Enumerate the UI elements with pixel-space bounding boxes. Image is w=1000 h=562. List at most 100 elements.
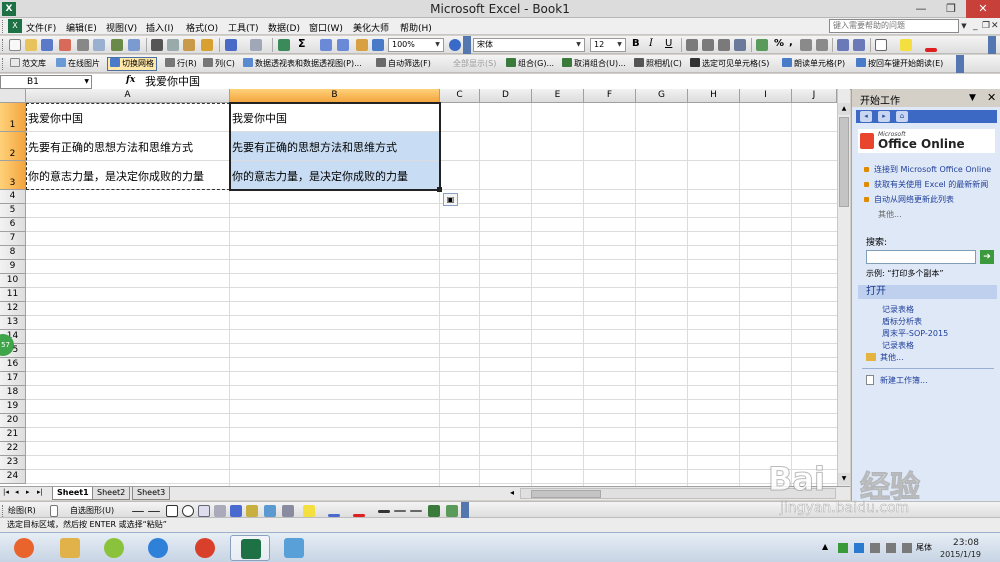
back-icon[interactable]: ◂ xyxy=(860,111,872,122)
align-center-icon[interactable] xyxy=(702,39,714,51)
camera-button[interactable]: 照相机(C) xyxy=(634,57,682,71)
taskbar-app[interactable] xyxy=(274,535,314,561)
dash-style-icon[interactable] xyxy=(394,510,406,512)
toolbar-grip[interactable] xyxy=(2,505,5,517)
clipart-icon[interactable] xyxy=(264,505,276,517)
column-header-h[interactable]: H xyxy=(688,89,740,103)
hyperlink-icon[interactable] xyxy=(278,39,290,51)
sort-descending-icon[interactable] xyxy=(337,39,349,51)
menu-tools[interactable]: 工具(T) xyxy=(228,21,259,34)
task-pane-dropdown-icon[interactable]: ▼ xyxy=(969,93,976,103)
menu-window[interactable]: 窗口(W) xyxy=(309,21,343,34)
line-style-icon[interactable] xyxy=(378,510,390,513)
workbook-close-button[interactable]: ✕ xyxy=(991,21,999,31)
workbook-restore-button[interactable]: ❐ xyxy=(982,21,990,31)
menu-edit[interactable]: 编辑(E) xyxy=(66,21,97,34)
font-name-select[interactable]: 宋体 ▼ xyxy=(473,38,585,52)
fill-handle[interactable] xyxy=(437,187,442,192)
link-auto-update[interactable]: 自动从网络更新此列表 xyxy=(864,195,996,205)
font-color-icon[interactable] xyxy=(353,514,365,517)
3d-icon[interactable] xyxy=(446,505,458,517)
link-excel-news[interactable]: 获取有关使用 Excel 的最新新闻 xyxy=(864,180,996,190)
menu-view[interactable]: 视图(V) xyxy=(106,21,137,34)
last-sheet-icon[interactable]: ▸| xyxy=(37,488,43,496)
tray-battery-icon[interactable] xyxy=(870,543,880,553)
row-header-19[interactable]: 19 xyxy=(0,400,26,414)
taskbar-excel[interactable] xyxy=(230,535,270,561)
scroll-up-icon[interactable]: ▲ xyxy=(838,103,850,115)
name-box[interactable]: B1 ▼ xyxy=(0,75,92,89)
drawing-icon[interactable] xyxy=(372,39,384,51)
increase-indent-icon[interactable] xyxy=(853,39,865,51)
first-sheet-icon[interactable]: |◂ xyxy=(3,488,9,496)
scroll-down-icon[interactable]: ▼ xyxy=(838,473,850,485)
menu-format[interactable]: 格式(O) xyxy=(186,21,218,34)
oval-icon[interactable] xyxy=(182,505,194,517)
currency-icon[interactable] xyxy=(756,39,768,51)
autofilter-button[interactable]: 自动筛选(F) xyxy=(376,57,431,71)
horizontal-scrollbar[interactable] xyxy=(520,488,836,499)
align-left-icon[interactable] xyxy=(686,39,698,51)
search-input[interactable] xyxy=(866,250,976,264)
show-all-button[interactable]: 全部显示(S) xyxy=(453,57,496,71)
link-more[interactable]: 其他... xyxy=(864,209,996,220)
row-header-8[interactable]: 8 xyxy=(0,246,26,260)
chart-wizard-icon[interactable] xyxy=(356,39,368,51)
template-library-button[interactable]: 范文库 xyxy=(10,57,46,71)
toolbar-options-icon[interactable] xyxy=(461,502,469,518)
task-pane-close-button[interactable]: ✕ xyxy=(987,91,996,104)
copy-icon[interactable] xyxy=(167,39,179,51)
cut-icon[interactable] xyxy=(151,39,163,51)
new-icon[interactable] xyxy=(9,39,21,51)
decrease-indent-icon[interactable] xyxy=(837,39,849,51)
row-header-9[interactable]: 9 xyxy=(0,260,26,274)
row-header-7[interactable]: 7 xyxy=(0,232,26,246)
toggle-gridlines-button[interactable]: 切换网格 xyxy=(107,57,157,71)
tray-app-icon[interactable] xyxy=(838,543,848,553)
row-header-16[interactable]: 16 xyxy=(0,358,26,372)
restore-button[interactable]: ❐ xyxy=(936,0,966,18)
row-header-10[interactable]: 10 xyxy=(0,274,26,288)
menu-data[interactable]: 数据(D) xyxy=(268,21,300,34)
workbook-icon[interactable]: X xyxy=(8,19,22,33)
row-header-18[interactable]: 18 xyxy=(0,386,26,400)
toolbar-grip[interactable] xyxy=(2,39,5,51)
line-icon[interactable] xyxy=(132,511,144,512)
paste-options-button[interactable]: ▣ xyxy=(443,193,458,206)
research-icon[interactable] xyxy=(128,39,140,51)
help-dropdown-icon[interactable]: ▼ xyxy=(959,19,969,33)
bold-button[interactable]: B xyxy=(632,38,640,49)
row-header-23[interactable]: 23 xyxy=(0,456,26,470)
close-button[interactable]: ✕ xyxy=(966,0,1000,18)
decrease-decimal-icon[interactable] xyxy=(816,39,828,51)
row-header-13[interactable]: 13 xyxy=(0,316,26,330)
autoshapes-menu-button[interactable]: 自选图形(U) xyxy=(70,505,114,516)
open-other-link[interactable]: 其他... xyxy=(866,352,904,363)
help-icon[interactable] xyxy=(449,39,461,51)
next-sheet-icon[interactable]: ▸ xyxy=(26,488,30,496)
select-all-button[interactable] xyxy=(0,89,26,103)
row-header-2[interactable]: 2 xyxy=(0,132,26,161)
pivot-table-button[interactable]: 数据透视表和数据透视图(P)... xyxy=(243,57,362,71)
toolbar-options-icon[interactable] xyxy=(956,55,964,73)
search-go-icon[interactable]: ➔ xyxy=(980,250,994,264)
tab-sheet3[interactable]: Sheet3 xyxy=(132,487,171,500)
chevron-down-icon[interactable]: ▼ xyxy=(615,39,624,51)
ime-indicator[interactable]: 尾体 xyxy=(916,542,932,553)
print-icon[interactable] xyxy=(77,39,89,51)
arrow-style-icon[interactable] xyxy=(410,510,422,512)
column-header-e[interactable]: E xyxy=(532,89,584,103)
vertical-scrollbar[interactable]: ▲ ▼ xyxy=(837,89,850,486)
italic-button[interactable]: I xyxy=(649,38,653,49)
zoom-select[interactable]: 100% ▼ xyxy=(388,38,444,52)
column-header-c[interactable]: C xyxy=(440,89,480,103)
recent-file[interactable]: 盾标分析表 xyxy=(882,316,1000,328)
column-header-a[interactable]: A xyxy=(26,89,230,103)
borders-icon[interactable] xyxy=(875,39,887,51)
help-search-input[interactable]: 键入需要帮助的问题 xyxy=(829,19,959,33)
taskbar-explorer[interactable] xyxy=(50,535,90,561)
chevron-down-icon[interactable]: ▼ xyxy=(84,76,89,88)
row-header-3[interactable]: 3 xyxy=(0,161,26,190)
excel-app-icon[interactable]: X xyxy=(2,2,16,16)
fill-color-icon[interactable] xyxy=(303,505,315,517)
